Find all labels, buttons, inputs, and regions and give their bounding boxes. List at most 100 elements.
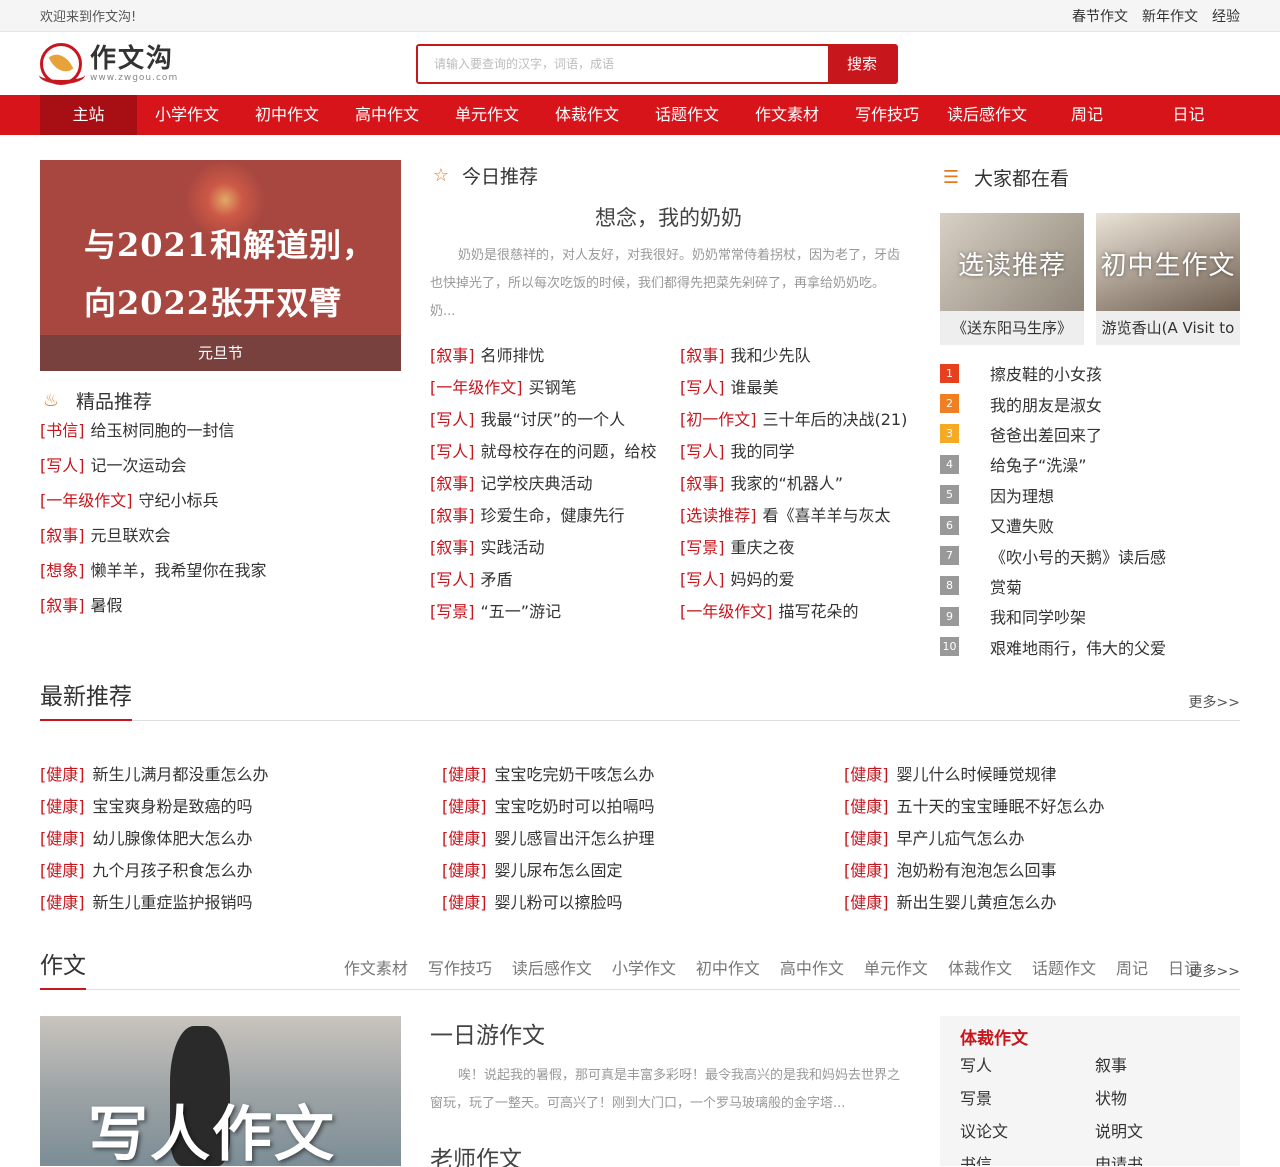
item-tag[interactable]: [写人] bbox=[430, 410, 475, 429]
list-item[interactable]: [写景] “五一”游记 bbox=[430, 598, 680, 630]
list-item[interactable]: [健康] 早产儿疝气怎么办 bbox=[844, 825, 1240, 857]
popular-thumb[interactable]: 初中生作文 游览香山(A Visit to bbox=[1096, 213, 1240, 345]
item-tag[interactable]: [健康] bbox=[40, 829, 85, 848]
item-title[interactable]: 新出生婴儿黄疸怎么办 bbox=[897, 893, 1057, 912]
zuowen-tab[interactable]: 小学作文 bbox=[612, 955, 676, 979]
list-item[interactable]: [健康] 婴儿粉可以擦脸吗 bbox=[442, 889, 844, 921]
item-title[interactable]: “五一”游记 bbox=[481, 602, 562, 621]
list-item[interactable]: [健康] 五十天的宝宝睡眠不好怎么办 bbox=[844, 793, 1240, 825]
ranking-title[interactable]: 擦皮鞋的小女孩 bbox=[990, 361, 1102, 385]
item-tag[interactable]: [健康] bbox=[844, 829, 889, 848]
ranking-item[interactable]: 9 我和同学吵架 bbox=[940, 601, 1240, 631]
list-item[interactable]: [写人] 谁最美 bbox=[680, 374, 907, 406]
item-title[interactable]: 早产儿疝气怎么办 bbox=[897, 829, 1025, 848]
list-item[interactable]: [健康] 泡奶粉有泡泡怎么回事 bbox=[844, 857, 1240, 889]
item-title[interactable]: 新生儿重症监护报销吗 bbox=[93, 893, 253, 912]
holiday-banner[interactable]: 与2021和解道别， 向2022张开双臂 元旦节 bbox=[40, 160, 401, 371]
list-item[interactable]: [写人] 我的同学 bbox=[680, 438, 907, 470]
item-title[interactable]: 就母校存在的问题，给校 bbox=[481, 442, 657, 461]
item-title[interactable]: 重庆之夜 bbox=[731, 538, 795, 557]
zuowen-tab[interactable]: 周记 bbox=[1116, 955, 1148, 979]
popular-thumb[interactable]: 选读推荐 《送东阳马生序》 bbox=[940, 213, 1084, 345]
ranking-item[interactable]: 3 爸爸出差回来了 bbox=[940, 419, 1240, 449]
ranking-title[interactable]: 艰难地雨行，伟大的父爱 bbox=[990, 635, 1166, 659]
ranking-item[interactable]: 7 《吹小号的天鹅》读后感 bbox=[940, 540, 1240, 570]
item-title[interactable]: 九个月孩子积食怎么办 bbox=[93, 861, 253, 880]
list-item[interactable]: [书信] 给玉树同胞的一封信 bbox=[40, 421, 401, 456]
ranking-item[interactable]: 8 赏菊 bbox=[940, 571, 1240, 601]
ranking-title[interactable]: 赏菊 bbox=[990, 574, 1022, 598]
ranking-title[interactable]: 给兔子“洗澡” bbox=[990, 452, 1087, 476]
genre-item[interactable]: 申请书 bbox=[1095, 1148, 1230, 1166]
zuowen-tab[interactable]: 作文素材 bbox=[344, 955, 408, 979]
genre-item[interactable]: 书信 bbox=[960, 1148, 1095, 1166]
item-title[interactable]: 妈妈的爱 bbox=[731, 570, 795, 589]
genre-item[interactable]: 说明文 bbox=[1095, 1115, 1230, 1148]
item-title[interactable]: 我家的“机器人” bbox=[731, 474, 844, 493]
item-tag[interactable]: [叙事] bbox=[430, 346, 475, 365]
nav-item-weekly[interactable]: 周记 bbox=[1037, 95, 1137, 135]
zuowen-tab[interactable]: 体裁作文 bbox=[948, 955, 1012, 979]
item-tag[interactable]: [健康] bbox=[40, 861, 85, 880]
ranking-title[interactable]: 我的朋友是淑女 bbox=[990, 392, 1102, 416]
item-title[interactable]: 买钢笔 bbox=[529, 378, 577, 397]
list-item[interactable]: [健康] 新生儿满月都没重怎么办 bbox=[40, 761, 442, 793]
item-title[interactable]: 给玉树同胞的一封信 bbox=[91, 421, 235, 440]
item-title[interactable]: 我的同学 bbox=[731, 442, 795, 461]
item-title[interactable]: 谁最美 bbox=[731, 378, 779, 397]
ranking-title[interactable]: 我和同学吵架 bbox=[990, 604, 1086, 628]
item-tag[interactable]: [叙事] bbox=[680, 346, 725, 365]
list-item[interactable]: [写人] 就母校存在的问题，给校 bbox=[430, 438, 680, 470]
item-tag[interactable]: [写人] bbox=[680, 442, 725, 461]
list-item[interactable]: [健康] 宝宝爽身粉是致癌的吗 bbox=[40, 793, 442, 825]
list-item[interactable]: [健康] 幼儿腺像体肥大怎么办 bbox=[40, 825, 442, 857]
zuowen-tab[interactable]: 高中作文 bbox=[780, 955, 844, 979]
item-tag[interactable]: [健康] bbox=[442, 765, 487, 784]
list-item[interactable]: [健康] 婴儿尿布怎么固定 bbox=[442, 857, 844, 889]
zuowen-more-link[interactable]: 更多>> bbox=[1189, 961, 1240, 989]
latest-more-link[interactable]: 更多>> bbox=[1189, 692, 1240, 720]
item-title[interactable]: 守纪小标兵 bbox=[139, 491, 219, 510]
list-item[interactable]: [健康] 新生儿重症监护报销吗 bbox=[40, 889, 442, 921]
ranking-item[interactable]: 1 擦皮鞋的小女孩 bbox=[940, 358, 1240, 388]
item-tag[interactable]: [写人] bbox=[430, 442, 475, 461]
site-logo[interactable]: 作文沟 www.zwgou.com bbox=[39, 42, 416, 85]
list-item[interactable]: [叙事] 暑假 bbox=[40, 596, 401, 631]
list-item[interactable]: [叙事] 实践活动 bbox=[430, 534, 680, 566]
nav-item-topic[interactable]: 话题作文 bbox=[637, 95, 737, 135]
list-item[interactable]: [叙事] 珍爱生命，健康先行 bbox=[430, 502, 680, 534]
ranking-title[interactable]: 因为理想 bbox=[990, 483, 1054, 507]
list-item[interactable]: [写人] 记一次运动会 bbox=[40, 456, 401, 491]
item-tag[interactable]: [写景] bbox=[680, 538, 725, 557]
item-tag[interactable]: [健康] bbox=[844, 765, 889, 784]
list-item[interactable]: [选读推荐] 看《喜羊羊与灰太 bbox=[680, 502, 907, 534]
item-tag[interactable]: [叙事] bbox=[430, 538, 475, 557]
item-tag[interactable]: [书信] bbox=[40, 421, 85, 440]
search-button[interactable]: 搜索 bbox=[828, 45, 896, 82]
zuowen-tab[interactable]: 话题作文 bbox=[1032, 955, 1096, 979]
item-title[interactable]: 婴儿尿布怎么固定 bbox=[495, 861, 623, 880]
item-tag[interactable]: [一年级作文] bbox=[40, 491, 133, 510]
item-title[interactable]: 五十天的宝宝睡眠不好怎么办 bbox=[897, 797, 1105, 816]
item-title[interactable]: 我和少先队 bbox=[731, 346, 811, 365]
item-title[interactable]: 记一次运动会 bbox=[91, 456, 187, 475]
genre-item[interactable]: 写景 bbox=[960, 1082, 1095, 1115]
list-item[interactable]: [写景] 重庆之夜 bbox=[680, 534, 907, 566]
item-tag[interactable]: [写人] bbox=[680, 378, 725, 397]
nav-item-diary[interactable]: 日记 bbox=[1137, 95, 1240, 135]
list-item[interactable]: [一年级作文] 描写花朵的 bbox=[680, 598, 907, 630]
genre-item[interactable]: 状物 bbox=[1095, 1082, 1230, 1115]
ranking-item[interactable]: 5 因为理想 bbox=[940, 480, 1240, 510]
list-item[interactable]: [写人] 矛盾 bbox=[430, 566, 680, 598]
item-title[interactable]: 暑假 bbox=[91, 596, 123, 615]
nav-item-junior[interactable]: 初中作文 bbox=[237, 95, 337, 135]
ranking-title[interactable]: 又遭失败 bbox=[990, 513, 1054, 537]
list-item[interactable]: [叙事] 记学校庆典活动 bbox=[430, 470, 680, 502]
article-link[interactable]: 一日游作文 bbox=[430, 1016, 907, 1050]
nav-item-primary[interactable]: 小学作文 bbox=[137, 95, 237, 135]
genre-item[interactable]: 叙事 bbox=[1095, 1049, 1230, 1082]
genre-item[interactable]: 议论文 bbox=[960, 1115, 1095, 1148]
list-item[interactable]: [健康] 宝宝吃完奶干咳怎么办 bbox=[442, 761, 844, 793]
item-title[interactable]: 三十年后的决战(21) bbox=[763, 410, 908, 429]
nav-item-home[interactable]: 主站 bbox=[40, 95, 137, 135]
